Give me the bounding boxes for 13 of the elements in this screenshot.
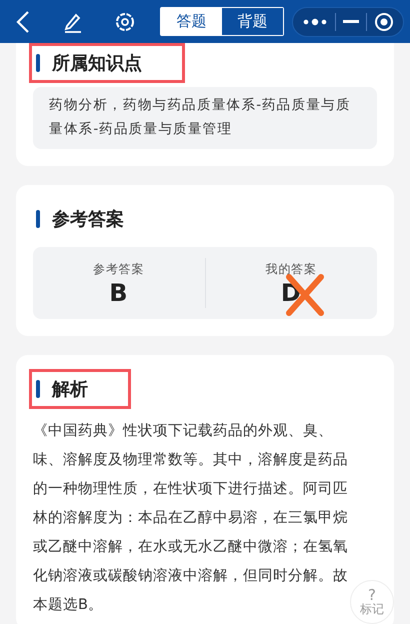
minimize-icon[interactable]	[342, 20, 359, 24]
section-title: 参考答案	[52, 208, 124, 231]
answer-label: 我的答案	[266, 261, 317, 278]
answer-label: 参考答案	[93, 261, 144, 278]
settings-icon[interactable]	[114, 10, 136, 32]
mode-tab[interactable]: 答题	[161, 8, 222, 35]
knowledge-text: 药物分析，药物与药品质量体系-药品质量与质量体系-药品质量与质量管理	[33, 87, 377, 149]
back-icon[interactable]	[16, 10, 30, 34]
section-title: 所属知识点	[52, 52, 142, 75]
analysis-text: 《中国药典》性状项下记载药品的外观、臭、味、溶解度及物理常数等。其中，溶解度是药品的一种物理性质，在性状项下进行描述。阿司匹林的溶解度为：本品在乙醇中易溶，在三氯甲烷或乙醚中溶解，在水或无水乙醚中微溶；在氢氧化钠溶液或碳酸钠溶液中溶解，但同时分解。故本题选B。	[33, 422, 349, 615]
answer-letter: B	[109, 279, 128, 307]
more-icon[interactable]	[302, 18, 328, 26]
section-title: 解析	[52, 378, 88, 401]
